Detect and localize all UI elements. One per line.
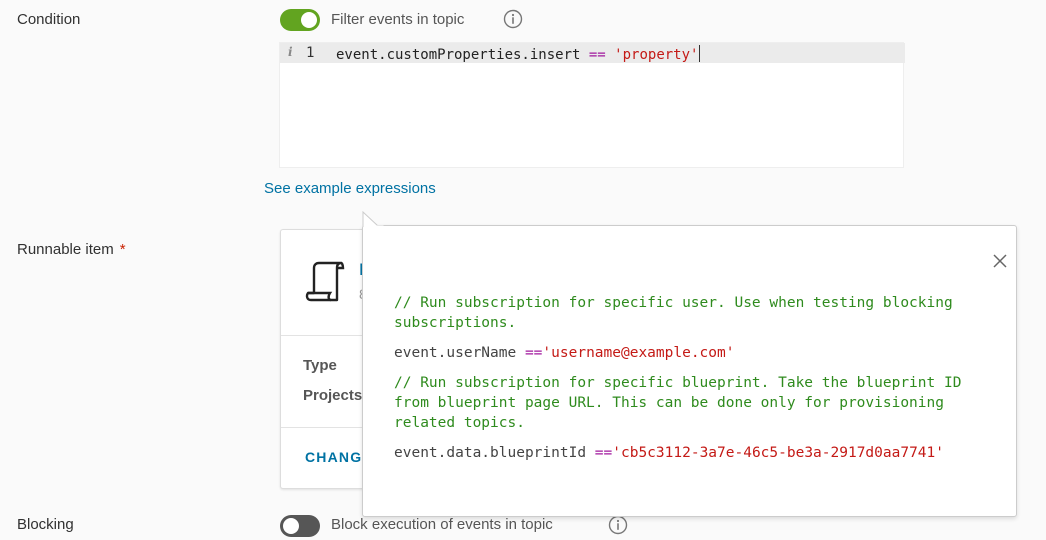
- example-code-line: event.userName =='username@example.com': [394, 343, 1004, 363]
- code-operator: ==: [588, 47, 606, 63]
- type-field-label: Type: [303, 357, 337, 374]
- block-execution-toggle[interactable]: [280, 515, 320, 537]
- example-code-string: 'cb5c3112-3a7e-46c5-be3a-2917d0aa7741': [612, 445, 944, 461]
- change-button[interactable]: CHANG: [305, 449, 362, 465]
- info-icon[interactable]: [608, 515, 628, 535]
- example-code-operator: ==: [524, 345, 543, 361]
- example-code-string: 'username@example.com': [542, 345, 735, 361]
- example-comment: // Run subscription for specific bluepri…: [394, 375, 962, 431]
- line-info-icon: i: [288, 45, 293, 59]
- filter-events-label: Filter events in topic: [331, 11, 465, 28]
- line-number: 1: [306, 45, 315, 61]
- blocking-label: Blocking: [17, 516, 74, 533]
- block-execution-label: Block execution of events in topic: [331, 516, 553, 533]
- condition-code-editor[interactable]: i 1 event.customProperties.insert == 'pr…: [279, 42, 905, 168]
- runnable-item-text: Runnable item: [17, 241, 114, 258]
- example-code-line: event.data.blueprintId =='cb5c3112-3a7e-…: [394, 443, 1004, 463]
- filter-events-toggle[interactable]: [280, 9, 320, 31]
- close-icon[interactable]: [990, 251, 1010, 271]
- example-expressions-popover: // Run subscription for specific user. U…: [362, 225, 1017, 517]
- info-icon[interactable]: [503, 9, 523, 29]
- example-code-operator: ==: [594, 445, 613, 461]
- toggle-knob: [283, 518, 299, 534]
- toggle-knob: [301, 12, 317, 28]
- example-code-expression: event.data.blueprintId: [394, 445, 595, 461]
- see-example-expressions-link[interactable]: See example expressions: [264, 180, 436, 197]
- text-cursor: [699, 45, 701, 62]
- code-line[interactable]: event.customProperties.insert == 'proper…: [336, 45, 701, 63]
- popover-arrow: [362, 211, 384, 227]
- example-comment: // Run subscription for specific user. U…: [394, 295, 953, 331]
- popover-content: // Run subscription for specific user. U…: [394, 293, 1004, 473]
- script-icon: [305, 261, 345, 302]
- condition-label: Condition: [17, 11, 81, 28]
- code-string: 'property': [614, 47, 699, 63]
- code-expression: event.customProperties.insert: [336, 47, 581, 63]
- runnable-item-label: Runnable item *: [17, 241, 126, 258]
- example-code-expression: event.userName: [394, 345, 525, 361]
- projects-field-label: Projects: [303, 387, 363, 404]
- required-mark: *: [119, 241, 126, 258]
